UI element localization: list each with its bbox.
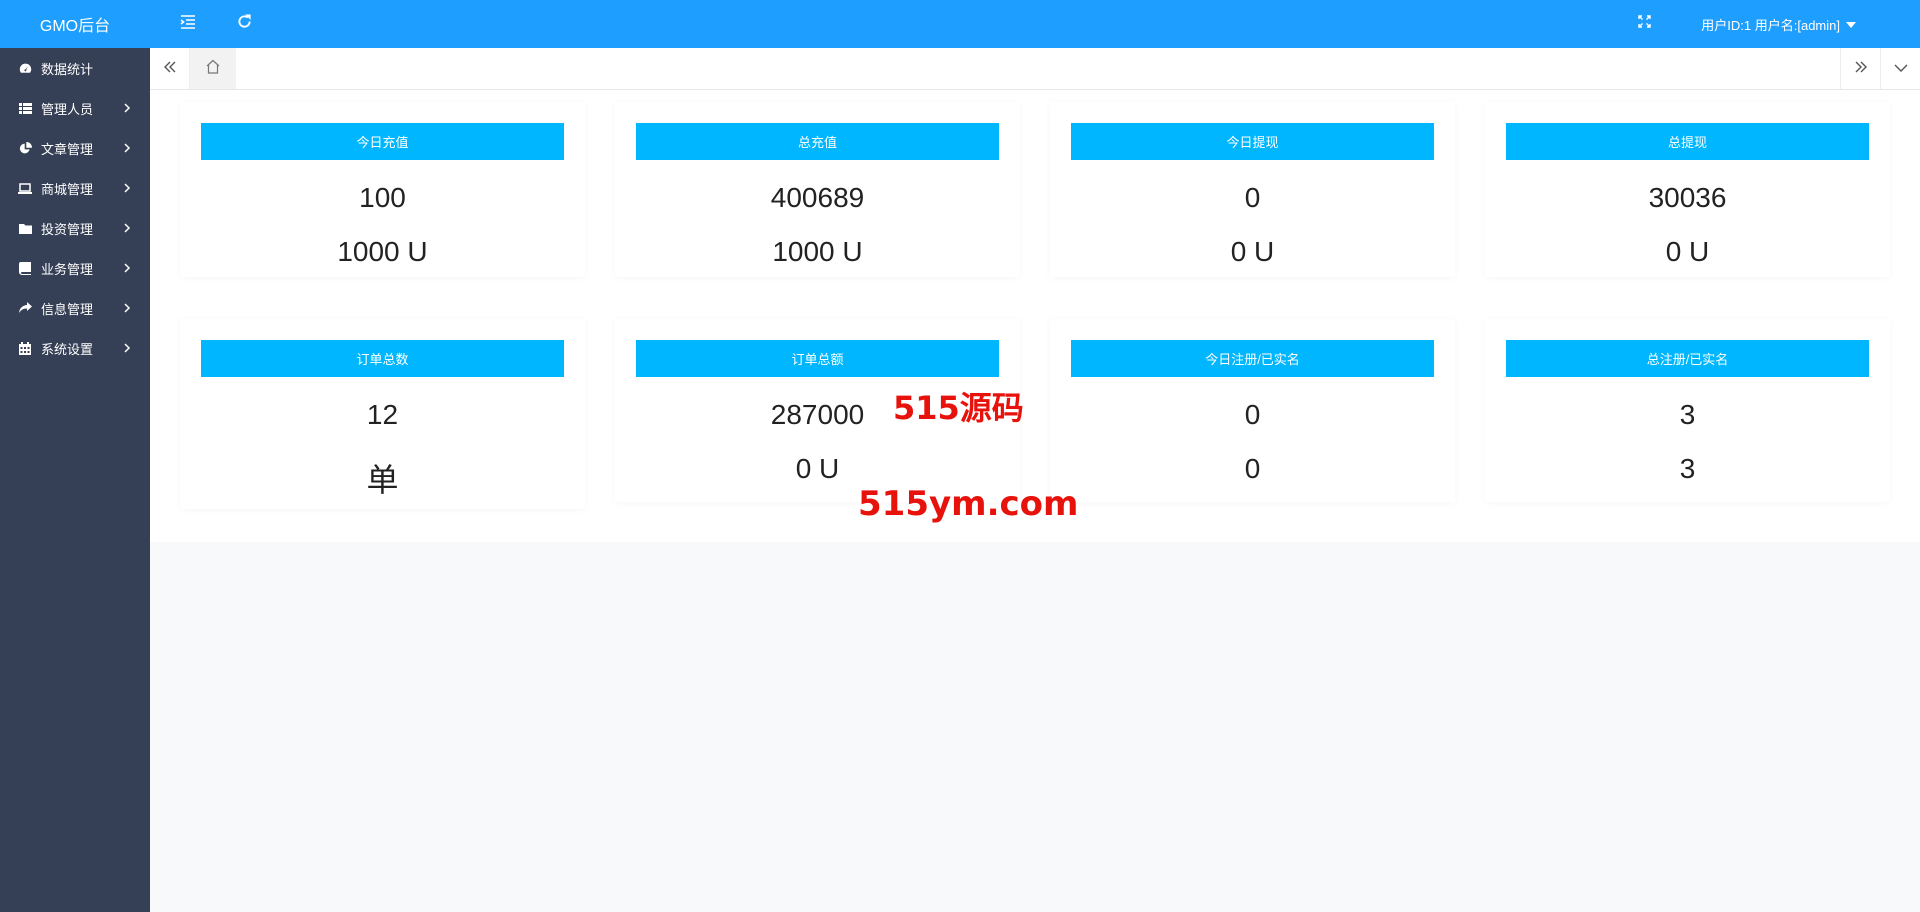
stat-card-order-count: 订单总数 12 单 — [180, 319, 585, 509]
card-value-secondary: 0 U — [795, 453, 840, 484]
card-title: 总充值 — [636, 123, 999, 160]
double-chevron-left-icon — [163, 60, 177, 78]
sidebar-item-settings[interactable]: 系统设置 — [0, 328, 150, 368]
toggle-sidebar-button[interactable] — [176, 12, 200, 36]
card-title: 今日注册/已实名 — [1071, 340, 1434, 377]
pie-chart-icon — [18, 141, 32, 155]
chevron-right-icon — [120, 221, 134, 235]
chevron-right-icon — [120, 101, 134, 115]
home-icon — [205, 59, 221, 79]
sidebar-item-info[interactable]: 信息管理 — [0, 288, 150, 328]
calendar-icon — [18, 341, 32, 355]
sidebar: GMO后台 数据统计 管理人员 文章管理 商城管理 投资管理 业务管理 信息管理… — [0, 0, 150, 912]
sidebar-item-label: 信息管理 — [41, 301, 94, 317]
app-title: GMO后台 — [39, 18, 111, 35]
double-chevron-right-icon — [1854, 60, 1868, 78]
tab-bar — [150, 48, 1920, 90]
fullscreen-button[interactable] — [1632, 12, 1656, 36]
card-value-secondary: 0 U — [1230, 236, 1275, 267]
fullscreen-icon — [1637, 15, 1651, 33]
sidebar-item-label: 系统设置 — [41, 341, 94, 357]
dashboard-content: 今日充值 100 1000 U 总充值 400689 1000 U 今日提现 0… — [150, 90, 1920, 542]
sidebar-item-label: 文章管理 — [41, 141, 94, 157]
card-value-primary: 0 — [1244, 399, 1261, 430]
caret-down-icon — [1846, 21, 1856, 28]
watermark-text: 515源码 — [893, 389, 1024, 427]
card-value-primary: 12 — [366, 399, 399, 430]
chevron-right-icon — [120, 341, 134, 355]
stat-card-total-withdraw: 总提现 30036 0 U — [1485, 102, 1890, 277]
stat-card-total-recharge: 总充值 400689 1000 U — [615, 102, 1020, 277]
watermark-url: 515ym.com — [858, 484, 1079, 524]
card-value-secondary: 0 — [1244, 453, 1261, 484]
card-value-secondary: 0 U — [1665, 236, 1710, 267]
book-icon — [18, 261, 32, 275]
card-value-secondary: 1000 U — [772, 236, 863, 267]
tab-home[interactable] — [190, 48, 236, 89]
dashboard-icon — [18, 61, 32, 75]
card-value-secondary: 单 — [366, 462, 399, 498]
card-value-primary: 400689 — [770, 182, 865, 213]
card-value-primary: 30036 — [1648, 182, 1727, 213]
chevron-right-icon — [120, 261, 134, 275]
folder-icon — [18, 221, 32, 235]
card-title: 今日提现 — [1071, 123, 1434, 160]
card-title: 订单总数 — [201, 340, 564, 377]
card-value-primary: 3 — [1679, 399, 1696, 430]
sidebar-menu: 数据统计 管理人员 文章管理 商城管理 投资管理 业务管理 信息管理 系统设置 — [0, 48, 150, 368]
sidebar-item-mall[interactable]: 商城管理 — [0, 168, 150, 208]
indent-icon — [180, 14, 196, 34]
chevron-right-icon — [120, 181, 134, 195]
card-title: 今日充值 — [201, 123, 564, 160]
sidebar-item-investment[interactable]: 投资管理 — [0, 208, 150, 248]
refresh-icon — [237, 14, 252, 34]
stat-card-today-withdraw: 今日提现 0 0 U — [1050, 102, 1455, 277]
chevron-down-icon — [1894, 60, 1908, 78]
sidebar-item-data-stats[interactable]: 数据统计 — [0, 48, 150, 88]
sidebar-item-label: 管理人员 — [41, 101, 94, 117]
tab-scroll-right-button[interactable] — [1840, 48, 1880, 89]
top-header: 用户ID:1 用户名:[admin] — [150, 0, 1920, 48]
card-value-primary: 0 — [1244, 182, 1261, 213]
sidebar-item-label: 业务管理 — [41, 261, 94, 277]
refresh-button[interactable] — [232, 12, 256, 36]
stat-card-today-recharge: 今日充值 100 1000 U — [180, 102, 585, 277]
card-title: 总提现 — [1506, 123, 1869, 160]
sidebar-item-label: 数据统计 — [41, 61, 94, 77]
sidebar-item-label: 投资管理 — [41, 221, 94, 237]
sidebar-item-articles[interactable]: 文章管理 — [0, 128, 150, 168]
tab-scroll-left-button[interactable] — [150, 48, 190, 89]
sidebar-item-label: 商城管理 — [41, 181, 94, 197]
stat-card-today-register: 今日注册/已实名 0 0 — [1050, 319, 1455, 502]
user-info-text: 用户ID:1 用户名:[admin] — [1701, 18, 1840, 33]
card-title: 总注册/已实名 — [1506, 340, 1869, 377]
card-title: 订单总额 — [636, 340, 999, 377]
laptop-icon — [18, 181, 32, 195]
stat-card-total-register: 总注册/已实名 3 3 — [1485, 319, 1890, 502]
grid-icon — [18, 101, 32, 115]
tab-options-button[interactable] — [1880, 48, 1920, 89]
chevron-right-icon — [120, 141, 134, 155]
chevron-right-icon — [120, 301, 134, 315]
card-value-secondary: 3 — [1679, 453, 1696, 484]
sidebar-item-business[interactable]: 业务管理 — [0, 248, 150, 288]
card-value-primary: 100 — [359, 182, 406, 213]
app-logo[interactable]: GMO后台 — [0, 0, 150, 48]
sidebar-item-staff[interactable]: 管理人员 — [0, 88, 150, 128]
user-menu[interactable]: 用户ID:1 用户名:[admin] — [1701, 15, 1856, 34]
card-value-secondary: 1000 U — [337, 236, 428, 267]
share-icon — [18, 301, 32, 315]
